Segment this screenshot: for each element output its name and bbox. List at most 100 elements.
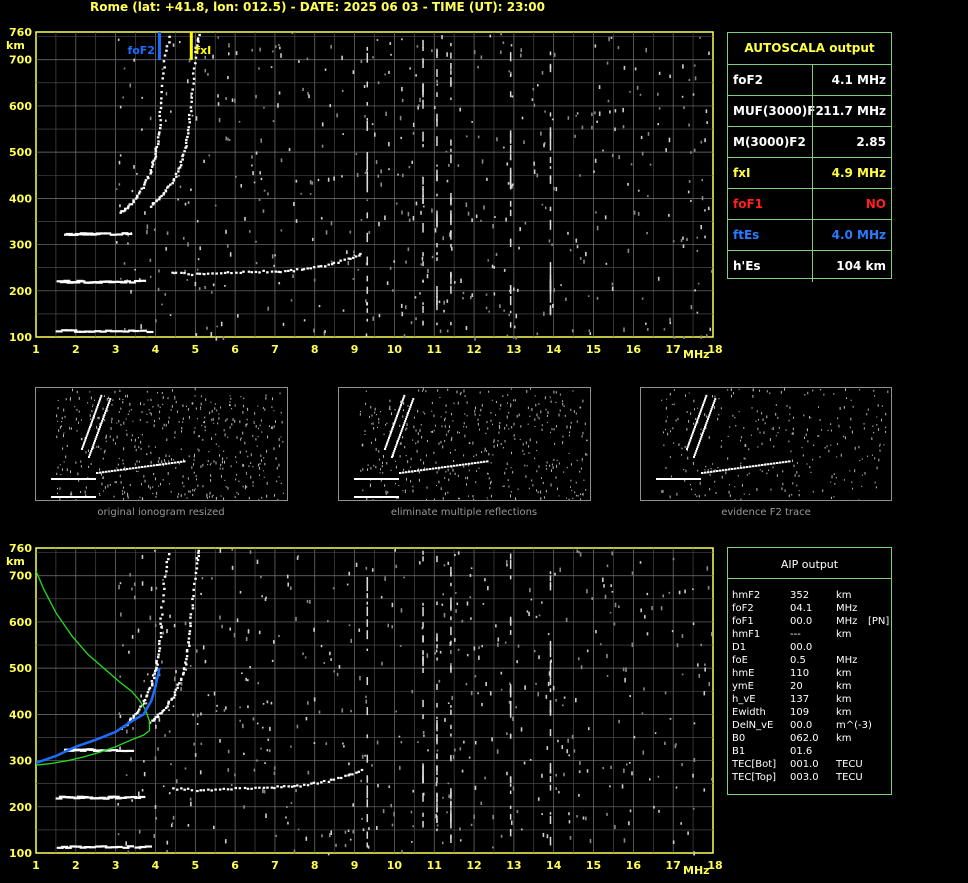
- noise-dot-2-129: [610, 765, 612, 769]
- noise-dot-1-37: [161, 68, 164, 71]
- thumb-noise-1-286: [488, 452, 490, 456]
- thumb-noise-0-451: [223, 450, 225, 452]
- x-tick-label-2-11: 11: [427, 859, 442, 872]
- thumb-noise-1-13: [528, 487, 530, 490]
- noise-dot-1-401: [227, 137, 229, 141]
- noise-dot-2-32: [439, 650, 442, 654]
- thumb-noise-1-237: [412, 485, 414, 488]
- trace-dot-2-1-3-2: [174, 688, 178, 691]
- streak-1-1-10: [436, 300, 438, 311]
- noise-dot-2-111: [653, 805, 655, 809]
- thumb-noise-2-106: [729, 484, 731, 486]
- trace-dot-2-3-0-5: [79, 846, 87, 849]
- thumb-noise-1-201: [405, 428, 407, 431]
- thumb-spread-0-14: [138, 466, 141, 469]
- streak-1-2-12: [450, 271, 452, 277]
- trace-dot-2-1-8-4: [194, 571, 198, 575]
- aip-value: 003.0: [790, 772, 819, 783]
- noise-dot-2-258: [224, 839, 227, 844]
- trace-dot-1-1-2-2: [167, 185, 170, 188]
- thumb-noise-1-148: [562, 435, 564, 438]
- trace-dot-2-2-1-0: [76, 795, 84, 798]
- noise-dot-2-369: [391, 625, 394, 629]
- thumb-noise-2-207: [796, 471, 798, 474]
- streak-2-5-11: [422, 699, 424, 708]
- noise-dot-1-509: [500, 32, 503, 36]
- thumb-noise-1-448: [463, 454, 465, 457]
- thumb-noise-1-390: [563, 405, 565, 408]
- thumb-noise-2-246: [867, 408, 869, 411]
- noise-dot-1-433: [145, 336, 148, 339]
- streak-2-4-24: [549, 585, 552, 591]
- noise-dot-2-208: [599, 643, 602, 646]
- trace-dot-2-5-0-5: [190, 789, 194, 792]
- thumb-noise-2-87: [697, 469, 699, 472]
- noise-dot-1-476: [140, 324, 142, 329]
- thumb-noise-1-276: [579, 470, 581, 473]
- noise-dot-2-353: [252, 717, 255, 721]
- trace-dot-1-2-2-5: [111, 280, 119, 283]
- trace-dot-2-4-1-2: [86, 748, 94, 751]
- streak-1-4-15: [549, 284, 552, 295]
- noise-dot-1-305: [271, 254, 274, 259]
- thumb-noise-2-200: [766, 415, 768, 419]
- trace-dot-2-0-6-0: [155, 659, 158, 663]
- trace-dot-1-3-2-0: [115, 330, 123, 333]
- x-tick-label-1-17: 17: [666, 343, 681, 356]
- trace-dot-1-3-0-5: [79, 330, 87, 333]
- thumb-noise-1-385: [576, 459, 578, 462]
- thumb-noise-1-415: [490, 480, 492, 483]
- noise-dot-1-237: [657, 276, 660, 281]
- streak-1-0-17: [366, 52, 369, 63]
- trace-dot-2-5-0-1: [176, 788, 179, 791]
- noise-dot-2-393: [400, 740, 403, 744]
- trace-dot-2-1-7-5: [191, 597, 194, 601]
- noise-dot-2-352: [234, 773, 236, 777]
- noise-dot-2-26: [196, 649, 198, 653]
- thumb-es2-0-11: [84, 496, 87, 498]
- thumb-noise-1-381: [440, 487, 442, 490]
- trace-dot-1-1-0-5: [155, 199, 159, 202]
- thumb-noise-1-158: [412, 489, 414, 493]
- thumb-noise-1-198: [525, 441, 527, 445]
- noise-dot-2-518: [474, 785, 477, 790]
- trace-dot-1-0-3-1: [143, 181, 147, 184]
- thumb-spread-1-17: [450, 465, 453, 468]
- noise-dot-2-37: [200, 742, 203, 745]
- trace-dot-1-5-5-5: [302, 268, 306, 271]
- noise-dot-2-487: [675, 743, 677, 746]
- thumb-noise-0-272: [63, 408, 65, 412]
- trace-dot-1-2-1-3: [86, 281, 94, 284]
- trace-dot-1-1-1-4: [162, 192, 166, 195]
- thumb-f2-1-9: [390, 431, 392, 434]
- noise-dot-2-182: [273, 771, 276, 775]
- thumb-noise-0-95: [182, 417, 184, 420]
- noise-dot-2-466: [323, 662, 326, 665]
- thumb-noise-0-145: [229, 395, 231, 397]
- noise-dot-2-210: [118, 584, 120, 590]
- trace-dot-1-5-6-4: [319, 265, 323, 268]
- noise-dot-2-237: [352, 829, 355, 834]
- streak-2-2-2: [450, 801, 452, 809]
- trace-dot-2-5-1-3: [207, 788, 210, 791]
- noise-dot-2-277: [343, 745, 345, 748]
- noise-dot-2-323: [117, 833, 120, 836]
- noise-dot-2-64: [169, 614, 171, 618]
- trace-dot-1-2-3-0: [116, 280, 124, 283]
- trace-dot-1-5-3-0: [242, 270, 245, 273]
- thumb-f2-2-7: [690, 435, 693, 438]
- aip-name: B1: [732, 746, 746, 757]
- thumb-noise-1-20: [436, 484, 438, 487]
- trace-dot-1-1-6-1: [187, 126, 191, 129]
- thumb-f2-1-22: [398, 407, 401, 410]
- thumb-noise-0-47: [97, 416, 99, 420]
- noise-dot-2-423: [660, 606, 663, 611]
- thumb-noise-1-59: [433, 451, 435, 454]
- thumb-noise-1-122: [386, 422, 388, 425]
- trace-dot-2-0-2-5: [143, 702, 146, 705]
- thumb-spread-1-10: [429, 468, 432, 470]
- thumb-f2-1-20: [397, 411, 400, 414]
- streak-2-1-20: [436, 644, 438, 649]
- thumb-noise-0-333: [114, 390, 116, 394]
- noise-dot-2-400: [333, 670, 336, 673]
